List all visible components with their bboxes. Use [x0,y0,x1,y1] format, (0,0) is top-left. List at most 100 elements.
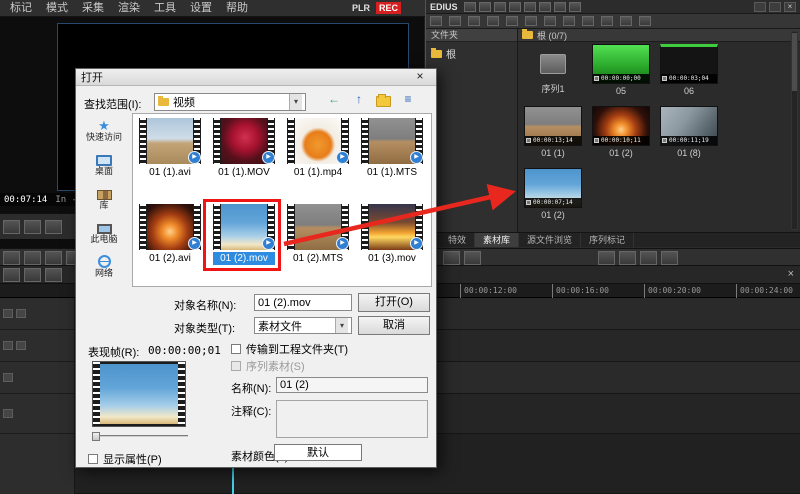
sidebar-item-libraries[interactable]: 库 [80,183,128,217]
chevron-down-icon[interactable]: ▾ [335,318,348,333]
track-mute-icon[interactable] [3,341,13,350]
import-icon[interactable] [523,1,536,12]
sidebar-item-desktop[interactable]: 桌面 [80,149,128,183]
up-folder-icon[interactable] [468,16,480,26]
checkbox-icon[interactable] [88,454,98,464]
timeline-tool-icon[interactable] [24,251,41,265]
menu-settings[interactable]: 设置 [183,0,219,17]
up-folder-icon[interactable]: ↑ [351,92,367,108]
file-item[interactable]: ▶ 01 (1).MOV [208,118,280,179]
bin-scrollbar[interactable] [791,31,798,230]
bin-clip-imported[interactable]: 00:00:07;14 01 (2) [521,168,585,220]
sort-icon[interactable] [620,16,632,26]
delete-icon[interactable] [544,16,556,26]
file-item[interactable]: ▶ 01 (1).avi [134,118,206,179]
add-clip-icon[interactable] [430,16,442,26]
player-mode-button[interactable] [3,219,20,234]
properties-icon[interactable] [553,1,566,12]
sidebar-item-network[interactable]: 网络 [80,251,128,285]
search-bin-icon[interactable] [639,16,651,26]
open-button[interactable]: 打开(O) [358,293,430,312]
tab-bin[interactable]: 素材库 [475,233,520,247]
waveform-icon[interactable] [619,251,636,265]
file-item[interactable]: ▶ 01 (3).mov [356,204,428,265]
search-icon[interactable] [478,1,491,12]
folders-tab[interactable]: 文件夹 [426,29,517,42]
sidebar-item-this-pc[interactable]: 此电脑 [80,217,128,251]
new-folder-icon[interactable] [376,94,391,107]
checkbox-icon[interactable] [231,344,241,354]
bin-clip[interactable]: 00:00:00;00 05 [589,44,653,96]
export-icon[interactable] [538,1,551,12]
track-tool-icon[interactable] [45,268,62,282]
timeline-tool-icon[interactable] [45,251,62,265]
copy-icon[interactable] [506,16,518,26]
folder-tree-root[interactable]: 根 [426,42,517,65]
track-header[interactable] [0,394,74,434]
back-icon[interactable]: ← [326,92,342,108]
menu-render[interactable]: 渲染 [111,0,147,17]
tab-effects[interactable]: 特效 [440,233,476,247]
track-tool-icon[interactable] [3,268,20,282]
close-icon[interactable]: × [788,268,794,281]
close-icon[interactable]: × [409,70,431,84]
player-mode-button[interactable] [24,219,41,234]
bin-clip-sequence[interactable]: 序列1 [521,44,585,94]
transfer-to-project-checkbox[interactable]: 传输到工程文件夹(T) [231,341,348,357]
file-item[interactable]: ▶ 01 (1).mp4 [282,118,354,179]
add-folder-icon[interactable] [449,16,461,26]
file-item[interactable]: ▶ 01 (2).MTS [282,204,354,265]
track-header[interactable] [0,330,74,362]
bin-clip[interactable]: 00:00:10;11 01 (2) [589,106,653,158]
look-in-dropdown[interactable]: 视频 ▾ [154,93,306,111]
track-tool-icon[interactable] [24,268,41,282]
mixer-icon[interactable] [598,251,615,265]
file-type-dropdown[interactable]: 素材文件 ▾ [254,317,352,334]
paste-icon[interactable] [525,16,537,26]
maximize-icon[interactable] [769,1,781,12]
track-mute-icon[interactable] [3,309,13,318]
menu-mode[interactable]: 模式 [39,0,75,17]
file-item[interactable]: ▶ 01 (2).avi [134,204,206,265]
chevron-down-icon[interactable]: ▾ [289,94,302,110]
view-menu-icon[interactable]: ≡ [400,92,416,108]
cut-icon[interactable] [487,16,499,26]
track-header[interactable] [0,298,74,330]
default-color-button[interactable]: 默认 [274,444,362,461]
bin-scrollbar-thumb[interactable] [792,33,797,91]
view-thumbnail-icon[interactable] [601,16,613,26]
tab-sequence-marker[interactable]: 序列标记 [581,233,635,247]
new-folder-icon[interactable] [463,1,476,12]
view-icon[interactable] [493,1,506,12]
sequence-icon[interactable] [563,16,575,26]
bin-clip[interactable]: 00:00:03;04 06 [657,44,721,96]
show-properties-checkbox[interactable]: 显示属性(P) [88,451,162,467]
sidebar-item-quick-access[interactable]: ★ 快速访问 [80,115,128,149]
snap-icon[interactable] [443,251,460,265]
poster-frame-slider[interactable] [92,432,188,444]
capture-icon[interactable] [508,1,521,12]
track-lock-icon[interactable] [16,309,26,318]
bin-clip[interactable]: 00:00:13;14 01 (1) [521,106,585,158]
menu-tools[interactable]: 工具 [147,0,183,17]
minimize-icon[interactable] [754,1,766,12]
track-mute-icon[interactable] [3,373,13,382]
comment-input[interactable] [276,400,428,438]
track-mute-icon[interactable] [3,409,13,418]
track-lock-icon[interactable] [16,341,26,350]
dialog-titlebar[interactable]: 打开 × [76,69,436,86]
player-mode-button[interactable] [45,219,62,234]
menu-capture[interactable]: 采集 [75,0,111,17]
playhead[interactable] [232,466,234,494]
cancel-button[interactable]: 取消 [358,316,430,335]
timeline-tool-icon[interactable] [3,251,20,265]
delete-icon[interactable] [568,1,581,12]
file-item[interactable]: ▶ 01 (1).MTS [356,118,428,179]
marker-icon[interactable] [661,251,678,265]
close-icon[interactable]: × [784,1,796,12]
view-list-icon[interactable] [582,16,594,26]
ripple-icon[interactable] [464,251,481,265]
file-name-input[interactable] [254,294,352,311]
slider-handle[interactable] [92,432,100,441]
menu-help[interactable]: 帮助 [219,0,255,17]
